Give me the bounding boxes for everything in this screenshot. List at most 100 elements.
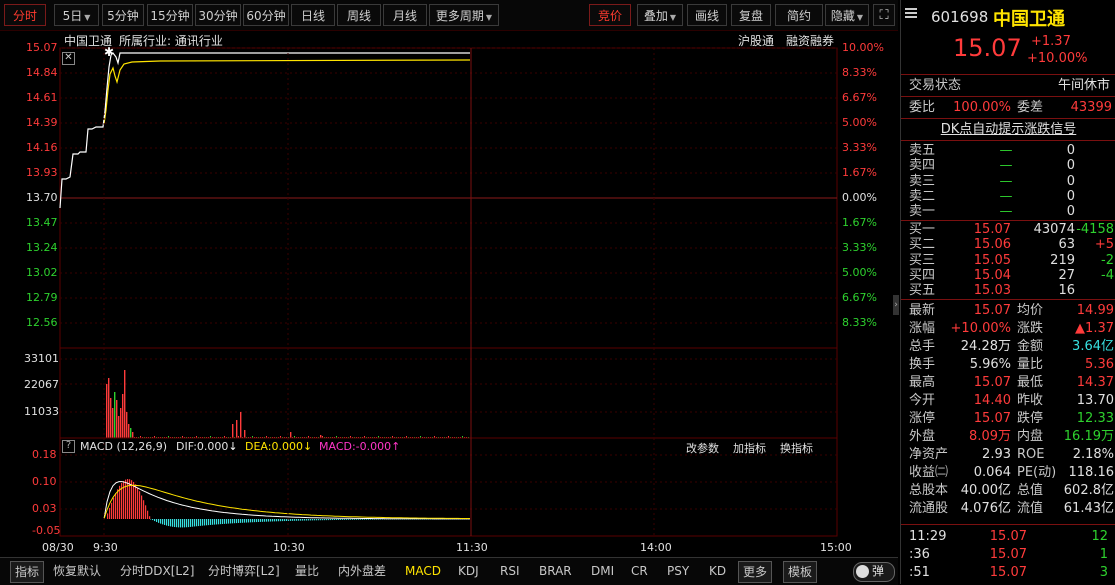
price-tick-label: 14.61 [26, 91, 58, 104]
time-tick-label: 08/30 [42, 541, 74, 554]
restore-default-button[interactable]: 恢复默认 [53, 561, 101, 581]
tab-intraday[interactable]: 分时 [4, 4, 46, 26]
macd-bar [210, 519, 212, 525]
indicator-macd[interactable]: MACD [405, 561, 441, 581]
buy-row: 买一 15.07 43074 -4158 [901, 222, 1115, 237]
stock-code: 601698 [931, 8, 989, 26]
close-icon[interactable]: ✕ [62, 52, 75, 65]
indicator-ddx[interactable]: 分时DDX[L2] [120, 561, 194, 581]
stat-label: 换手 [909, 357, 936, 372]
stat-row: 今开 14.40 昨收 13.70 [901, 392, 1115, 409]
buy-volume-change: -4 [1101, 267, 1114, 283]
auction-button[interactable]: 竞价 [589, 4, 631, 26]
macd-bar [270, 519, 272, 522]
add-indicator-button[interactable]: 加指标 [733, 440, 766, 456]
indicator-game[interactable]: 分时博弈[L2] [208, 561, 280, 581]
indicator-inner-outer[interactable]: 内外盘差 [338, 561, 386, 581]
macd-bar [258, 519, 260, 522]
indicator-kdj[interactable]: KDJ [458, 561, 479, 581]
dk-signal-link[interactable]: DK点自动提示涨跌信号 [901, 121, 1115, 138]
time-tick-label: 9:30 [93, 541, 118, 554]
indicator-psy[interactable]: PSY [667, 561, 689, 581]
more-indicators-button[interactable]: 更多 [738, 561, 773, 583]
stat-value: 16.19万 [1063, 429, 1114, 444]
hide-button[interactable]: 隐藏 ▼ [825, 4, 869, 26]
industry-label: 所属行业: 通讯行业 [119, 34, 223, 48]
volume-bar [290, 432, 292, 438]
question-icon[interactable]: ? [62, 440, 75, 453]
indicator-cr[interactable]: CR [631, 561, 648, 581]
tab-daily[interactable]: 日线 [291, 4, 335, 26]
buy-price: 15.05 [973, 252, 1011, 268]
replay-button[interactable]: 复盘 [731, 4, 771, 26]
macd-bar [149, 516, 151, 519]
tab-5min[interactable]: 5分钟 [102, 4, 144, 26]
macd-bar [362, 519, 364, 520]
macd-grid [60, 454, 837, 510]
stock-name-label: 中国卫通 [64, 34, 113, 48]
indicator-brar[interactable]: BRAR [539, 561, 572, 581]
edit-params-button[interactable]: 改参数 [686, 440, 719, 456]
macd-bar [190, 519, 192, 527]
stat-row: 最高 15.07 最低 14.37 [901, 374, 1115, 391]
indicator-volume-ratio[interactable]: 量比 [295, 561, 319, 581]
stat-value: 2.93 [982, 447, 1011, 462]
overlay-button[interactable]: 叠加 ▼ [637, 4, 683, 26]
simple-mode-button[interactable]: 简约 [775, 4, 823, 26]
expand-icon[interactable]: ⛶ [873, 4, 895, 26]
macd-bar [133, 481, 135, 519]
indicator-dmi[interactable]: DMI [591, 561, 614, 581]
macd-bar [145, 505, 147, 519]
buy-price: 15.04 [973, 267, 1011, 283]
tab-15min[interactable]: 15分钟 [147, 4, 193, 26]
buy-volume: 63 [1058, 237, 1075, 253]
tab-weekly[interactable]: 周线 [337, 4, 381, 26]
collapse-panel-handle[interactable]: › [893, 295, 899, 315]
stat-label: 外盘 [909, 429, 936, 444]
volume-bar [116, 400, 118, 438]
indicator-rsi[interactable]: RSI [500, 561, 520, 581]
macd-bar [238, 519, 240, 523]
template-button[interactable]: 模板 [783, 561, 818, 583]
macd-bar [117, 489, 119, 519]
switch-indicator-button[interactable]: 换指标 [780, 440, 813, 456]
stat-label: 跌停 [1017, 411, 1044, 426]
tab-more-periods[interactable]: 更多周期 ▼ [429, 4, 499, 26]
macd-bar [280, 519, 282, 522]
macd-bar [266, 519, 268, 522]
stat-value: 4.076亿 [960, 501, 1011, 516]
stat-label: 最低 [1017, 375, 1044, 390]
macd-bar [244, 519, 246, 523]
draw-line-button[interactable]: 画线 [687, 4, 727, 26]
tab-monthly[interactable]: 月线 [383, 4, 427, 26]
popup-toggle[interactable]: 弹 [853, 562, 895, 582]
macd-bar [230, 519, 232, 524]
tab-5day-label: 5日 [62, 9, 83, 23]
tab-5day[interactable]: 5日 ▼ [54, 4, 99, 26]
volume-tick-label: 33101 [24, 352, 59, 365]
tab-60min[interactable]: 60分钟 [243, 4, 289, 26]
tick-price: 15.07 [989, 547, 1027, 562]
menu-icon[interactable] [905, 6, 917, 20]
stat-label: 金额 [1017, 339, 1044, 354]
indicator-kd[interactable]: KD [709, 561, 726, 581]
stat-label: 总手 [909, 339, 936, 354]
price-grid [60, 47, 837, 349]
buy-volume: 16 [1058, 283, 1075, 299]
macd-bar [115, 493, 117, 519]
macd-bar [174, 519, 176, 528]
time-tick-label: 14:00 [640, 541, 672, 554]
pct-tick-label: 0.00% [842, 191, 877, 204]
stat-label: 最高 [909, 375, 936, 390]
volume-bar [106, 384, 108, 438]
tab-30min[interactable]: 30分钟 [195, 4, 241, 26]
buy-volume-change: -4158 [1076, 222, 1114, 237]
margin-trading-link[interactable]: 融资融券 [786, 32, 834, 49]
tick-row: 11:29 15.07 12 [901, 528, 1115, 545]
macd-bar [152, 519, 154, 521]
indicator-button[interactable]: 指标 [10, 561, 45, 583]
stat-row: 净资产 2.93 ROE 2.18% [901, 446, 1115, 463]
hk-connect-link[interactable]: 沪股通 [738, 32, 774, 49]
volume-bar [122, 394, 124, 438]
pct-tick-label: 1.67% [842, 166, 877, 179]
